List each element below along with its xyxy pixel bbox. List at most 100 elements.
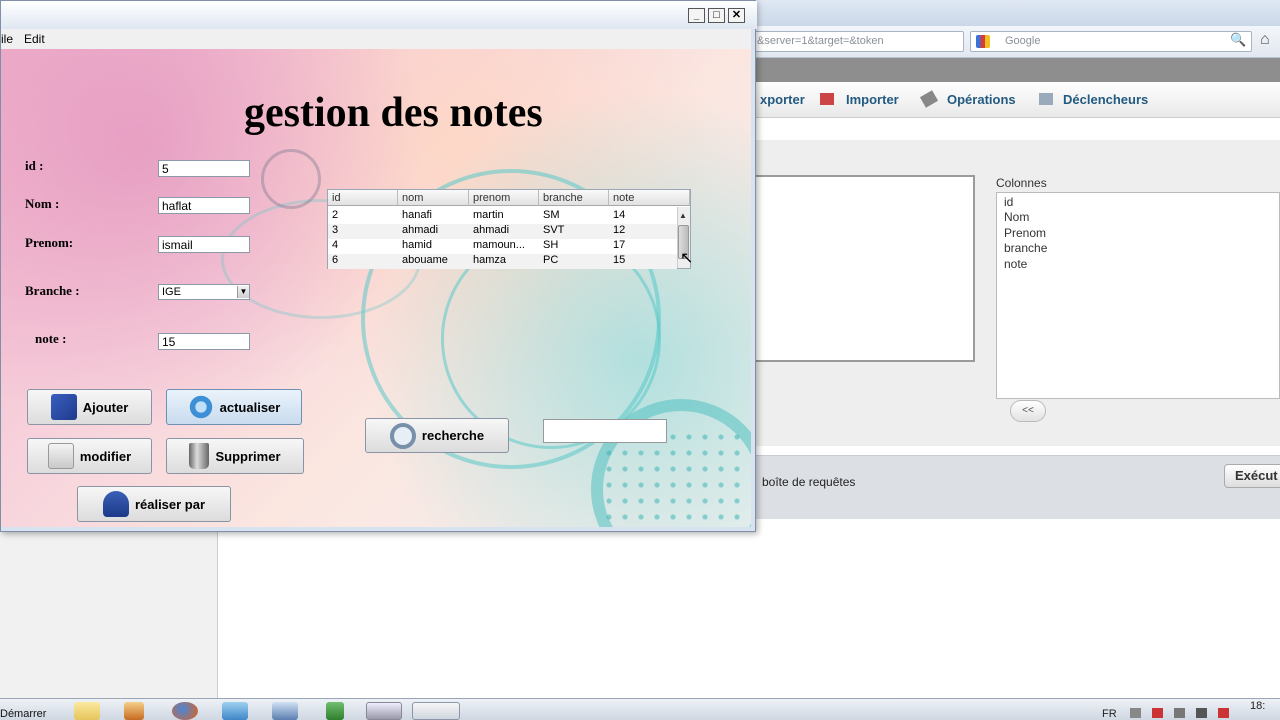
id-field[interactable]: 5 xyxy=(158,160,250,177)
virtualbox-icon[interactable] xyxy=(272,702,298,720)
table-cell[interactable]: 12 xyxy=(609,224,677,239)
app-title-bar[interactable] xyxy=(1,1,757,29)
prenom-label: Prenom: xyxy=(25,235,74,250)
table-cell[interactable]: SVT xyxy=(539,224,609,239)
app-title: gestion des notes xyxy=(244,90,543,136)
paint-icon[interactable] xyxy=(124,702,144,720)
tab-exporter[interactable]: xporter xyxy=(760,92,805,107)
menu-bar xyxy=(1,29,751,49)
table-cell[interactable]: 4 xyxy=(328,239,398,254)
recherche-input[interactable] xyxy=(543,419,667,443)
search-icon[interactable]: 🔍 xyxy=(1230,32,1246,48)
table-cell[interactable]: martin xyxy=(469,209,539,224)
branche-label: Branche : xyxy=(25,283,80,298)
column-item[interactable]: note xyxy=(1004,257,1027,271)
browser-title-bar xyxy=(740,0,1280,26)
tray-icons[interactable] xyxy=(1130,708,1240,718)
table-cell[interactable]: hanafi xyxy=(398,209,469,224)
note-label: note : xyxy=(35,331,67,346)
close-button[interactable]: ✕ xyxy=(728,8,745,23)
recherche-button[interactable]: recherche xyxy=(365,418,509,453)
table-cell[interactable]: abouame xyxy=(398,254,469,269)
table-cell[interactable]: ahmadi xyxy=(469,224,539,239)
column-item[interactable]: id xyxy=(1004,195,1013,209)
table-cell[interactable]: PC xyxy=(539,254,609,269)
address-bar[interactable]: &server=1&target=&token xyxy=(752,31,964,52)
editor-icon[interactable] xyxy=(326,702,344,720)
table-cell[interactable]: ahmadi xyxy=(398,224,469,239)
table-cell[interactable]: SH xyxy=(539,239,609,254)
table-header-id[interactable]: id xyxy=(328,190,398,206)
table-header-branche[interactable]: branche xyxy=(539,190,609,206)
table-cell[interactable]: 15 xyxy=(609,254,677,269)
scroll-up-icon[interactable]: ▲ xyxy=(679,211,687,220)
table-cell[interactable]: 14 xyxy=(609,209,677,224)
table-cell[interactable]: mamoun... xyxy=(469,239,539,254)
home-icon[interactable]: ⌂ xyxy=(1260,31,1270,49)
sql-query-textarea[interactable] xyxy=(752,175,975,362)
table-cell[interactable]: 17 xyxy=(609,239,677,254)
table-cell[interactable]: SM xyxy=(539,209,609,224)
table-cell[interactable]: hamid xyxy=(398,239,469,254)
start-button[interactable]: Démarrer xyxy=(0,702,54,720)
note-field[interactable]: 15 xyxy=(158,333,250,350)
tab-operations[interactable]: Opérations xyxy=(947,92,1016,107)
magnifier-icon xyxy=(389,422,416,449)
pma-navigation-panel xyxy=(0,532,218,698)
ajouter-button[interactable]: Ajouter xyxy=(27,389,152,425)
refresh-icon xyxy=(187,394,214,420)
supprimer-label: Supprimer xyxy=(215,448,281,464)
table-cell[interactable]: 3 xyxy=(328,224,398,239)
tab-declencheurs[interactable]: Déclencheurs xyxy=(1063,92,1148,107)
bookmark-label: boîte de requêtes xyxy=(762,475,856,489)
id-label: id : xyxy=(25,158,44,173)
window-icon[interactable] xyxy=(366,702,402,720)
table-header-nom[interactable]: nom xyxy=(398,190,469,206)
google-logo-icon[interactable] xyxy=(976,35,990,48)
edit-icon xyxy=(47,443,74,469)
maximize-button[interactable]: □ xyxy=(708,8,725,23)
app-window: _ □ ✕ ile Edit gestion des notes id : 5 … xyxy=(0,0,757,532)
java-app-task[interactable] xyxy=(412,702,460,720)
mouse-cursor-icon: ↖ xyxy=(680,250,694,267)
folder-icon[interactable] xyxy=(74,702,100,720)
browser-search-field[interactable]: Google xyxy=(970,31,1252,52)
table-cell[interactable]: 2 xyxy=(328,209,398,224)
menu-file[interactable]: ile xyxy=(1,32,13,46)
trigger-icon xyxy=(1039,93,1053,105)
column-item[interactable]: branche xyxy=(1004,241,1047,255)
actualiser-label: actualiser xyxy=(219,399,281,415)
firefox-icon[interactable] xyxy=(172,702,198,720)
decorative-dots xyxy=(601,429,741,527)
ajouter-label: Ajouter xyxy=(82,399,129,415)
menu-edit[interactable]: Edit xyxy=(24,32,45,46)
prenom-field[interactable]: ismail xyxy=(158,236,250,253)
insert-column-button[interactable]: << xyxy=(1010,400,1046,422)
pma-header-band xyxy=(740,58,1280,82)
language-indicator[interactable]: FR xyxy=(1102,708,1117,720)
decorative-swirl xyxy=(261,149,321,209)
user-icon xyxy=(102,491,129,517)
table-cell[interactable]: 6 xyxy=(328,254,398,269)
modifier-button[interactable]: modifier xyxy=(27,438,152,474)
table-cell[interactable]: hamza xyxy=(469,254,539,269)
column-item[interactable]: Nom xyxy=(1004,210,1029,224)
table-header-prenom[interactable]: prenom xyxy=(469,190,539,206)
actualiser-button[interactable]: actualiser xyxy=(166,389,302,425)
columns-list[interactable] xyxy=(996,192,1280,399)
app-icon[interactable] xyxy=(222,702,248,720)
nom-field[interactable]: haflat xyxy=(158,197,250,214)
clock[interactable]: 18: xyxy=(1250,700,1265,712)
execute-button[interactable]: Exécut xyxy=(1224,464,1280,488)
realiser-par-button[interactable]: réaliser par xyxy=(77,486,231,522)
import-icon xyxy=(820,93,834,105)
column-item[interactable]: Prenom xyxy=(1004,226,1046,240)
columns-label: Colonnes xyxy=(996,176,1047,190)
realiser-par-label: réaliser par xyxy=(134,496,206,512)
minimize-button[interactable]: _ xyxy=(688,8,705,23)
table-header-note[interactable]: note xyxy=(609,190,690,206)
supprimer-button[interactable]: Supprimer xyxy=(166,438,304,474)
chevron-down-icon[interactable]: ▼ xyxy=(237,286,249,298)
nom-label: Nom : xyxy=(25,196,60,211)
tab-importer[interactable]: Importer xyxy=(846,92,899,107)
